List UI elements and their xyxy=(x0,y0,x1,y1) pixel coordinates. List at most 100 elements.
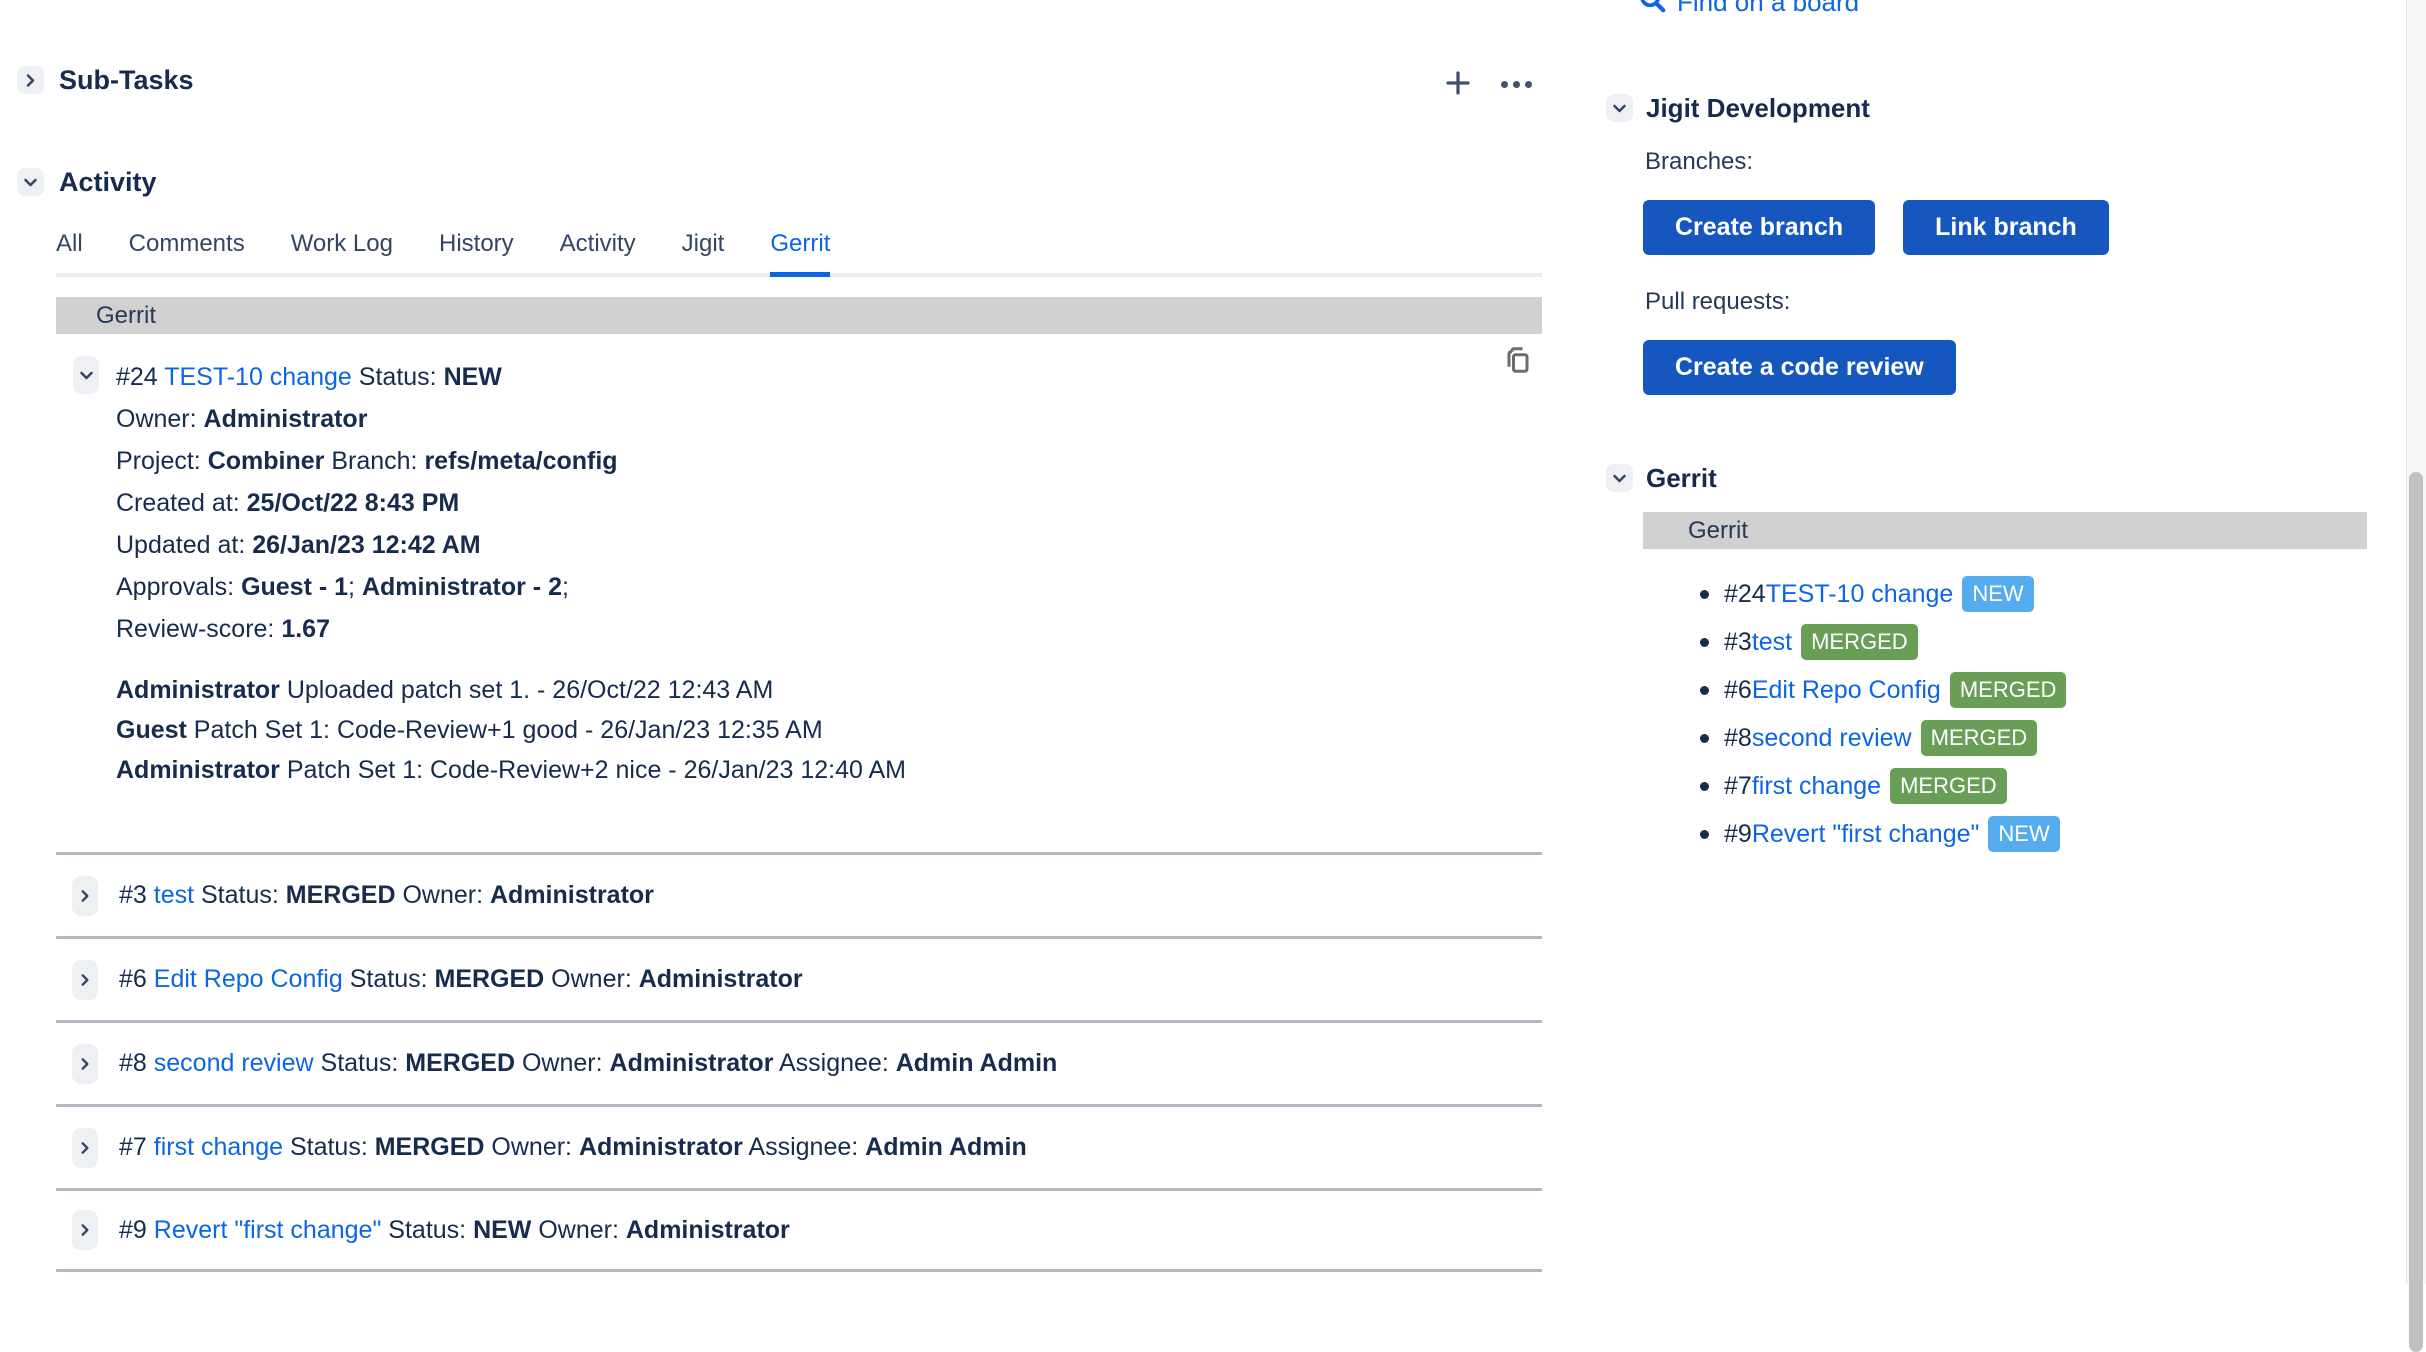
copy-button[interactable] xyxy=(1500,344,1536,385)
review-score-value: 1.67 xyxy=(281,615,330,643)
owner-label: Owner: xyxy=(396,881,490,909)
link-branch-button[interactable]: Link branch xyxy=(1903,200,2109,255)
approval-1: Guest - 1 xyxy=(241,573,348,601)
tab-work-log[interactable]: Work Log xyxy=(291,224,393,273)
comment-author: Administrator xyxy=(116,676,280,704)
table-row: #3 test Status: MERGED Owner: Administra… xyxy=(56,852,1542,936)
change-link[interactable]: test xyxy=(154,881,194,909)
gerrit-panel-collapse-button[interactable] xyxy=(1606,464,1633,492)
tab-gerrit[interactable]: Gerrit xyxy=(770,224,830,277)
status-label: Status: xyxy=(343,965,435,993)
updated-label: Updated at: xyxy=(116,531,252,559)
find-on-board-link[interactable]: Find on a board xyxy=(1637,0,1859,21)
status-badge: MERGED xyxy=(1801,624,1918,660)
bullet-icon xyxy=(1700,686,1709,695)
change-link[interactable]: TEST-10 change xyxy=(164,363,352,391)
change-number: #24 xyxy=(116,363,164,391)
created-value: 25/Oct/22 8:43 PM xyxy=(247,489,460,517)
comment-text: Uploaded patch set 1. - 26/Oct/22 12:43 … xyxy=(280,676,773,704)
change-link[interactable]: TEST-10 change xyxy=(1766,580,1954,609)
comment-author: Guest xyxy=(116,716,187,744)
change-summary: #9 Revert "first change" Status: NEW Own… xyxy=(119,1216,790,1245)
chevron-down-icon xyxy=(1612,101,1627,116)
comment: Administrator Uploaded patch set 1. - 26… xyxy=(116,670,906,710)
change-link[interactable]: second review xyxy=(1752,724,1912,753)
owner-value: Administrator xyxy=(204,405,368,433)
change-link[interactable]: Revert "first change" xyxy=(1752,820,1980,849)
change-collapse-button[interactable] xyxy=(73,356,99,394)
subtasks-more-button[interactable] xyxy=(1498,66,1534,102)
jigit-development-title: Jigit Development xyxy=(1646,94,1870,122)
tab-all[interactable]: All xyxy=(56,224,83,273)
approvals-line: Approvals: Guest - 1; Administrator - 2; xyxy=(116,566,906,608)
tab-comments[interactable]: Comments xyxy=(129,224,245,273)
create-code-review-button[interactable]: Create a code review xyxy=(1643,340,1956,395)
bullet-icon xyxy=(1700,830,1709,839)
activity-section-header: Activity xyxy=(17,168,157,196)
change-expand-button[interactable] xyxy=(72,960,98,1000)
tab-activity[interactable]: Activity xyxy=(560,224,636,273)
change-expand-button[interactable] xyxy=(72,1210,98,1250)
create-branch-button[interactable]: Create branch xyxy=(1643,200,1875,255)
add-subtask-button[interactable] xyxy=(1440,66,1476,102)
approvals-separator: ; xyxy=(348,573,362,601)
change-number: #3 xyxy=(119,881,154,909)
list-item: #7 first change MERGED xyxy=(1700,762,2066,810)
jigit-collapse-button[interactable] xyxy=(1606,94,1633,122)
owner-line: Owner: Administrator xyxy=(116,398,906,440)
change-expand-button[interactable] xyxy=(72,876,98,916)
status-label: Status: xyxy=(314,1049,406,1077)
change-link[interactable]: second review xyxy=(154,1049,314,1077)
owner-value: Administrator xyxy=(626,1216,790,1244)
change-summary: #7 first change Status: MERGED Owner: Ad… xyxy=(119,1133,1027,1162)
tab-jigit[interactable]: Jigit xyxy=(682,224,725,273)
status-value: NEW xyxy=(444,363,502,391)
branches-label: Branches: xyxy=(1645,148,1753,176)
approval-2: Administrator - 2 xyxy=(362,573,562,601)
status-value: MERGED xyxy=(435,965,545,993)
scrollbar-thumb[interactable] xyxy=(2409,472,2423,1352)
owner-label: Owner: xyxy=(116,405,204,433)
change-link[interactable]: Edit Repo Config xyxy=(154,965,343,993)
change-link[interactable]: first change xyxy=(154,1133,283,1161)
change-link[interactable]: Revert "first change" xyxy=(154,1216,382,1244)
owner-label: Owner: xyxy=(544,965,638,993)
status-badge: MERGED xyxy=(1921,720,2038,756)
comment-author: Administrator xyxy=(116,756,280,784)
status-value: MERGED xyxy=(405,1049,515,1077)
chevron-right-icon xyxy=(78,1141,92,1155)
change-expand-button[interactable] xyxy=(72,1128,98,1168)
chevron-right-icon xyxy=(78,889,92,903)
change-link[interactable]: Edit Repo Config xyxy=(1752,676,1941,705)
chevron-down-icon xyxy=(1612,471,1627,486)
jigit-development-header: Jigit Development xyxy=(1606,94,1870,122)
change-link[interactable]: test xyxy=(1752,628,1792,657)
owner-value: Administrator xyxy=(490,881,654,909)
chevron-down-icon xyxy=(23,175,38,190)
assignee-label: Assignee: xyxy=(743,1133,865,1161)
bullet-icon xyxy=(1700,590,1709,599)
activity-tabs: All Comments Work Log History Activity J… xyxy=(56,224,1542,277)
owner-label: Owner: xyxy=(515,1049,609,1077)
gerrit-panel-header: Gerrit xyxy=(1606,464,1717,492)
list-item: #3 test MERGED xyxy=(1700,618,2066,666)
change-summary: #3 test Status: MERGED Owner: Administra… xyxy=(119,881,654,910)
branch-label: Branch: xyxy=(324,447,424,475)
list-item: #8 second review MERGED xyxy=(1700,714,2066,762)
tab-history[interactable]: History xyxy=(439,224,514,273)
activity-title: Activity xyxy=(59,168,157,196)
status-label: Status: xyxy=(283,1133,375,1161)
activity-collapse-button[interactable] xyxy=(17,168,44,196)
change-number: #3 xyxy=(1724,628,1752,657)
gerrit-change-expanded: #24 TEST-10 change Status: NEW Owner: Ad… xyxy=(73,356,906,790)
assignee-value: Admin Admin xyxy=(865,1133,1027,1161)
table-row: #9 Revert "first change" Status: NEW Own… xyxy=(56,1188,1542,1272)
table-row: #8 second review Status: MERGED Owner: A… xyxy=(56,1020,1542,1104)
table-row: #6 Edit Repo Config Status: MERGED Owner… xyxy=(56,936,1542,1020)
owner-value: Administrator xyxy=(639,965,803,993)
change-title-line: #24 TEST-10 change Status: NEW xyxy=(116,356,906,398)
updated-value: 26/Jan/23 12:42 AM xyxy=(252,531,480,559)
change-link[interactable]: first change xyxy=(1752,772,1881,801)
change-expand-button[interactable] xyxy=(72,1044,98,1084)
subtasks-expand-button[interactable] xyxy=(17,66,44,94)
